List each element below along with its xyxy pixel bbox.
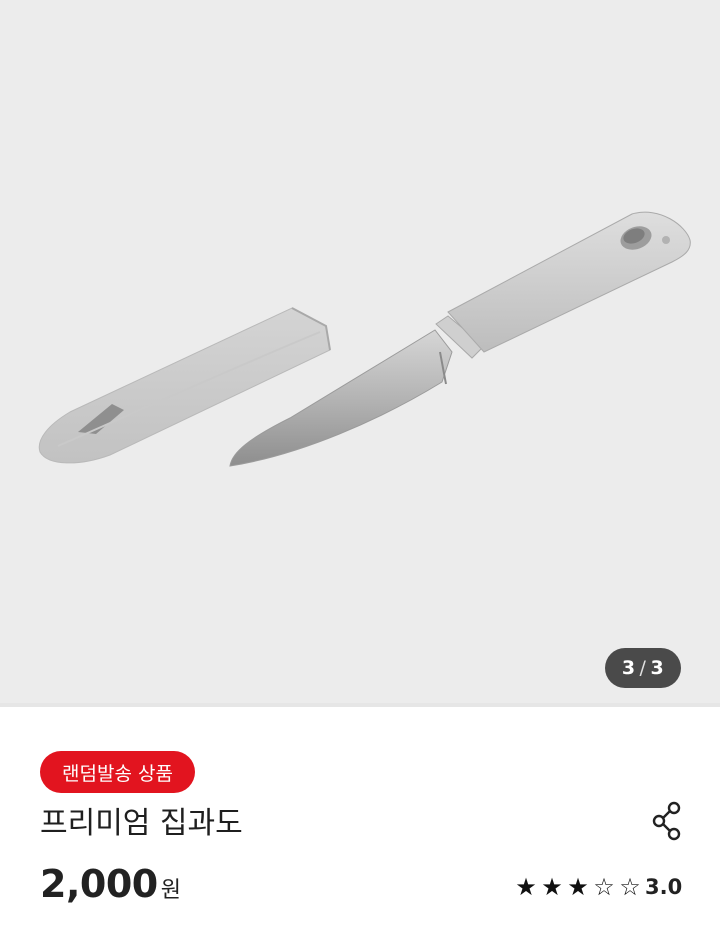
share-icon bbox=[652, 801, 681, 841]
star-empty-icon: ☆ bbox=[593, 873, 615, 901]
product-title: 프리미엄 집과도 bbox=[40, 806, 243, 841]
total-image-count: 3 bbox=[650, 657, 665, 679]
rating-stars: ★ ★ ★ ☆ ☆ bbox=[513, 875, 643, 899]
section-divider bbox=[0, 703, 720, 707]
current-image-index: 3 bbox=[621, 657, 636, 679]
share-button[interactable] bbox=[645, 797, 691, 845]
product-price: 2,000 원 bbox=[40, 862, 181, 914]
price-amount: 2,000 bbox=[40, 862, 158, 906]
star-empty-icon: ☆ bbox=[619, 873, 641, 901]
product-rating[interactable]: ★ ★ ★ ☆ ☆ 3.0 bbox=[513, 868, 682, 906]
price-unit: 원 bbox=[160, 878, 181, 903]
random-shipping-badge: 랜덤발송 상품 bbox=[40, 751, 195, 793]
star-filled-icon: ★ bbox=[567, 873, 589, 901]
star-filled-icon: ★ bbox=[541, 873, 563, 901]
counter-separator: / bbox=[639, 657, 647, 679]
image-page-counter: 3 / 3 bbox=[605, 648, 681, 688]
star-filled-icon: ★ bbox=[515, 873, 537, 901]
product-image-gallery[interactable]: 3 / 3 bbox=[0, 0, 720, 703]
product-image bbox=[38, 211, 691, 467]
rating-score: 3.0 bbox=[645, 875, 683, 899]
